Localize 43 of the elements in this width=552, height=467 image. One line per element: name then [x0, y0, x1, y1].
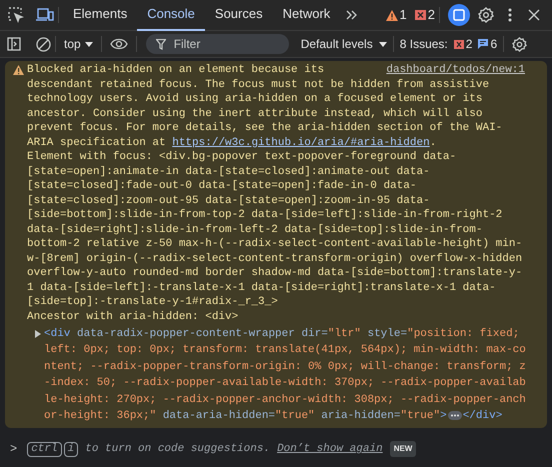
issues-button[interactable]: 8 Issues: 2 6: [398, 35, 500, 53]
warning-count: 1: [400, 6, 407, 24]
settings-icon[interactable]: [512, 36, 528, 52]
error-count: 2: [428, 6, 435, 24]
expand-icon[interactable]: [35, 330, 43, 338]
levels-dropdown[interactable]: Default levels: [298, 35, 389, 53]
keyboard-key: i: [64, 442, 78, 457]
error-icon: [454, 40, 464, 48]
panel-tab[interactable]: Sources: [204, 0, 273, 30]
new-badge: NEW: [390, 441, 416, 458]
warning-icon: [13, 65, 24, 75]
ai-assistant-icon[interactable]: [448, 4, 470, 26]
caret-icon: [378, 42, 387, 46]
keyboard-key: ctrl: [27, 442, 62, 457]
source-link[interactable]: dashboard/todos/new:1: [386, 63, 525, 78]
spec-link[interactable]: https://w3c.github.io/aria/#aria-hidden: [172, 136, 430, 148]
prompt-symbol: >: [10, 441, 18, 458]
message-text: Ancestor with aria-hidden: <div>: [27, 310, 240, 324]
inspect-icon[interactable]: [8, 7, 24, 23]
panel-tab[interactable]: Elements: [63, 0, 138, 30]
ellipsis-icon[interactable]: [448, 410, 462, 420]
sidebar-icon[interactable]: [7, 37, 21, 51]
hint-text: to turn on code suggestions.: [85, 442, 270, 458]
message-text: descendant retained focus. The focus must not be hidden from assistive technology users. Avoid using aria-hidden on a focused element or its ancestor. Consider using the inert attribute instead, which will also prevent focus. For more details, see the aria-hidden section of the WAI-ARIA specification at https://w3c.github.io/aria/#aria-hidden.: [27, 78, 504, 150]
panel-tab[interactable]: Network: [272, 0, 340, 30]
more-tabs-icon[interactable]: [346, 10, 358, 20]
filter-icon: [156, 39, 166, 50]
context-dropdown[interactable]: top: [60, 35, 97, 53]
info-icon: [478, 39, 488, 49]
device-icon[interactable]: [36, 8, 54, 22]
clear-console-icon[interactable]: [36, 36, 51, 52]
filter-field[interactable]: Filter: [146, 34, 289, 54]
caret-icon: [84, 42, 93, 46]
close-icon[interactable]: [528, 9, 540, 21]
eye-icon[interactable]: [110, 38, 128, 50]
message-text: Element with focus: <div.bg-popover text-popover-foreground data-[state=open]:animate-in data-[state=closed]:animate-out data-[state=closed]:fade-out-0 data-[state=open]:fade-in-0 data-[state=closed]:zoom-out-95 data-[state=open]:zoom-in-95 data-[side=bottom]:slide-in-from-top-2 data-[side=left]:slide-in-from-right-2 data-[side=right]:slide-in-from-left-2 data-[side=top]:slide-in-from-bottom-2 relative z-50 max-h-(--radix-select-content-available-height) min-w-[8rem] origin-(--radix-select-content-transform-origin) overflow-x-hidden overflow-y-auto rounded-md border shadow-md data-[side=bottom]:translate-y-1 data-[side=left]:-translate-x-1 data-[side=right]:translate-x-1 data-[side=top]:-translate-y-1#radix-_r_3_>: [27, 150, 524, 310]
message-text: Blocked aria-hidden on an element because its: [27, 63, 324, 78]
dismiss-link[interactable]: Don’t show again: [277, 441, 383, 458]
warning-icon[interactable]: [386, 10, 398, 20]
more-options-icon[interactable]: [508, 8, 512, 22]
settings-icon[interactable]: [478, 7, 494, 23]
dom-node[interactable]: <div data-radix-popper-content-wrapper dir="ltr" style="position: fixed; left: 0px; top: 0px; transform: translate(41px, 564px); min-width: max-content; --radix-popper-transform-origin: 0% 0px; will-change: transform; z-index: 50; --radix-popper-available-width: 370px; --radix-popper-available-height: 270px; --radix-popper-anchor-width: 308px; --radix-popper-anchor-height: 36px;" data-aria-hidden="true" aria-hidden="true"> </div>: [44, 326, 526, 424]
error-icon[interactable]: [414, 10, 426, 20]
